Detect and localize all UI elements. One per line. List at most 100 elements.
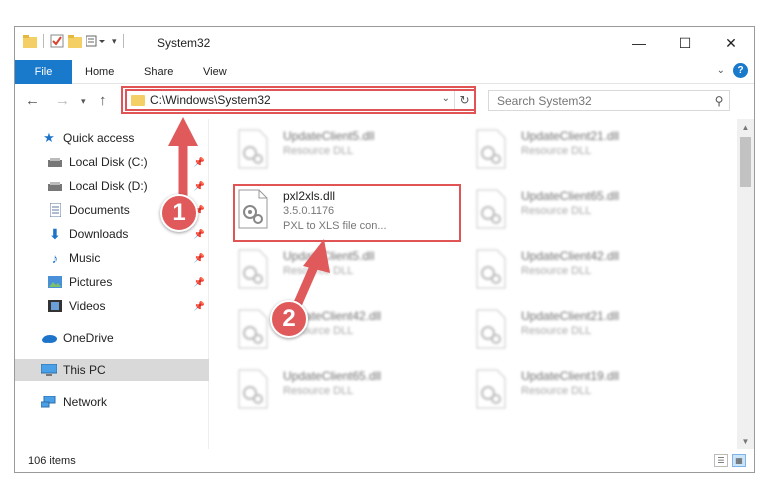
sidebar-item-label: This PC bbox=[63, 363, 106, 377]
file-name: UpdateClient42.dll bbox=[521, 249, 620, 263]
search-icon[interactable]: ⚲ bbox=[709, 94, 729, 108]
file-list: UpdateClient5.dll Resource DLL UpdateClie… bbox=[211, 119, 725, 449]
sidebar-item-local-disk-c[interactable]: Local Disk (C:) 📌 bbox=[15, 151, 209, 173]
pin-icon[interactable]: 📌 bbox=[194, 181, 205, 192]
file-item[interactable]: UpdateClient21.dll Resource DLL bbox=[475, 129, 705, 177]
file-description: Resource DLL bbox=[521, 265, 592, 277]
sidebar-item-this-pc[interactable]: This PC bbox=[15, 359, 209, 381]
picture-icon bbox=[47, 275, 63, 289]
navigation-pane: ★ Quick access Local Disk (C:) 📌 Local D… bbox=[15, 119, 209, 449]
new-folder-icon[interactable] bbox=[68, 34, 82, 48]
dll-file-icon bbox=[475, 129, 511, 171]
sidebar-item-onedrive[interactable]: OneDrive bbox=[15, 327, 209, 349]
pin-icon[interactable]: 📌 bbox=[194, 301, 205, 312]
file-name: UpdateClient5.dll bbox=[283, 129, 375, 143]
minimize-button[interactable]: — bbox=[616, 27, 662, 59]
separator bbox=[122, 34, 124, 48]
window-title: System32 bbox=[157, 36, 211, 50]
tab-view[interactable]: View bbox=[203, 60, 227, 84]
sidebar-item-label: Network bbox=[63, 395, 108, 409]
document-icon bbox=[47, 203, 63, 217]
tab-file[interactable]: File bbox=[15, 60, 72, 84]
dll-file-icon bbox=[475, 189, 511, 231]
help-button[interactable]: ? bbox=[733, 63, 748, 78]
maximize-button[interactable]: ☐ bbox=[662, 27, 708, 59]
step-badge-2: 2 bbox=[270, 300, 308, 338]
back-arrow-icon[interactable]: ← bbox=[25, 92, 40, 109]
close-button[interactable]: ✕ bbox=[708, 27, 754, 59]
vertical-scrollbar[interactable]: ▲ ▼ bbox=[737, 119, 754, 449]
large-icons-view-icon[interactable]: ▦ bbox=[732, 454, 746, 467]
file-item[interactable]: UpdateClient42.dll Resource DLL bbox=[475, 249, 705, 297]
dll-file-icon bbox=[237, 369, 273, 411]
sidebar-item-music[interactable]: ♪ Music 📌 bbox=[15, 247, 209, 269]
dll-file-icon bbox=[475, 249, 511, 291]
recent-locations-icon[interactable]: ▾ bbox=[81, 96, 86, 107]
file-highlight bbox=[233, 184, 461, 242]
customize-icon[interactable] bbox=[86, 35, 108, 47]
dll-file-icon bbox=[237, 309, 273, 351]
details-view-icon[interactable]: ☰ bbox=[714, 454, 728, 467]
file-item[interactable]: UpdateClient65.dll Resource DLL bbox=[237, 369, 467, 417]
pin-icon[interactable]: 📌 bbox=[194, 229, 205, 240]
forward-arrow-icon[interactable]: → bbox=[55, 92, 70, 109]
expand-ribbon-icon[interactable]: ⌄ bbox=[717, 65, 725, 76]
sidebar-item-label: Downloads bbox=[69, 227, 129, 241]
tab-share[interactable]: Share bbox=[144, 60, 173, 84]
ribbon: File Home Share View ⌄ ? bbox=[15, 60, 754, 84]
drive-icon bbox=[47, 155, 63, 169]
pin-icon[interactable]: 📌 bbox=[194, 277, 205, 288]
file-name: UpdateClient5.dll bbox=[283, 249, 375, 263]
qat-dropdown-icon[interactable]: ▾ bbox=[112, 36, 117, 47]
file-description: Resource DLL bbox=[283, 145, 354, 157]
scroll-down-icon[interactable]: ▼ bbox=[737, 433, 754, 449]
window-controls: — ☐ ✕ bbox=[616, 27, 754, 59]
separator bbox=[43, 34, 44, 48]
dll-file-icon bbox=[237, 129, 273, 171]
download-icon: ⬇ bbox=[49, 225, 61, 242]
dll-file-icon bbox=[475, 309, 511, 351]
file-item[interactable]: UpdateClient65.dll Resource DLL bbox=[475, 189, 705, 237]
folder-icon bbox=[23, 34, 37, 48]
address-bar-highlight bbox=[121, 86, 476, 114]
item-count: 106 items bbox=[28, 455, 76, 467]
status-bar: 106 items ☰ ▦ bbox=[15, 449, 754, 472]
file-name: UpdateClient65.dll bbox=[283, 369, 382, 383]
file-description: Resource DLL bbox=[521, 205, 592, 217]
sidebar-item-network[interactable]: Network bbox=[15, 391, 209, 413]
up-arrow-icon[interactable]: ↑ bbox=[99, 92, 107, 109]
file-description: Resource DLL bbox=[521, 325, 592, 337]
sidebar-item-quick-access[interactable]: ★ Quick access bbox=[15, 127, 209, 149]
file-description: Resource DLL bbox=[521, 385, 592, 397]
tab-home[interactable]: Home bbox=[85, 60, 114, 84]
quick-access-toolbar: ▾ bbox=[23, 34, 126, 48]
properties-icon[interactable] bbox=[50, 34, 64, 48]
file-name: UpdateClient21.dll bbox=[521, 129, 620, 143]
video-icon bbox=[47, 299, 63, 313]
file-name: UpdateClient19.dll bbox=[521, 369, 620, 383]
star-icon: ★ bbox=[43, 130, 55, 145]
file-item[interactable]: UpdateClient5.dll Resource DLL bbox=[237, 249, 467, 297]
network-icon bbox=[41, 395, 57, 409]
sidebar-item-pictures[interactable]: Pictures 📌 bbox=[15, 271, 209, 293]
file-name: UpdateClient65.dll bbox=[521, 189, 620, 203]
file-item[interactable]: UpdateClient21.dll Resource DLL bbox=[475, 309, 705, 357]
search-input[interactable] bbox=[489, 93, 709, 108]
dll-file-icon bbox=[237, 249, 273, 291]
file-item[interactable]: UpdateClient5.dll Resource DLL bbox=[237, 129, 467, 177]
sidebar-item-label: Local Disk (D:) bbox=[69, 179, 148, 193]
dll-file-icon bbox=[475, 369, 511, 411]
computer-icon bbox=[41, 363, 57, 377]
file-item[interactable]: UpdateClient19.dll Resource DLL bbox=[475, 369, 705, 417]
file-description: Resource DLL bbox=[283, 385, 354, 397]
view-switcher: ☰ ▦ bbox=[714, 454, 746, 467]
sidebar-item-videos[interactable]: Videos 📌 bbox=[15, 295, 209, 317]
scroll-thumb[interactable] bbox=[740, 137, 751, 187]
pin-icon[interactable]: 📌 bbox=[194, 253, 205, 264]
title-bar: ▾ System32 — ☐ ✕ bbox=[15, 27, 754, 60]
pin-icon[interactable]: 📌 bbox=[194, 157, 205, 168]
step-badge-1: 1 bbox=[160, 194, 198, 232]
scroll-up-icon[interactable]: ▲ bbox=[737, 119, 754, 135]
search-box[interactable]: ⚲ bbox=[488, 90, 730, 111]
drive-icon bbox=[47, 179, 63, 193]
